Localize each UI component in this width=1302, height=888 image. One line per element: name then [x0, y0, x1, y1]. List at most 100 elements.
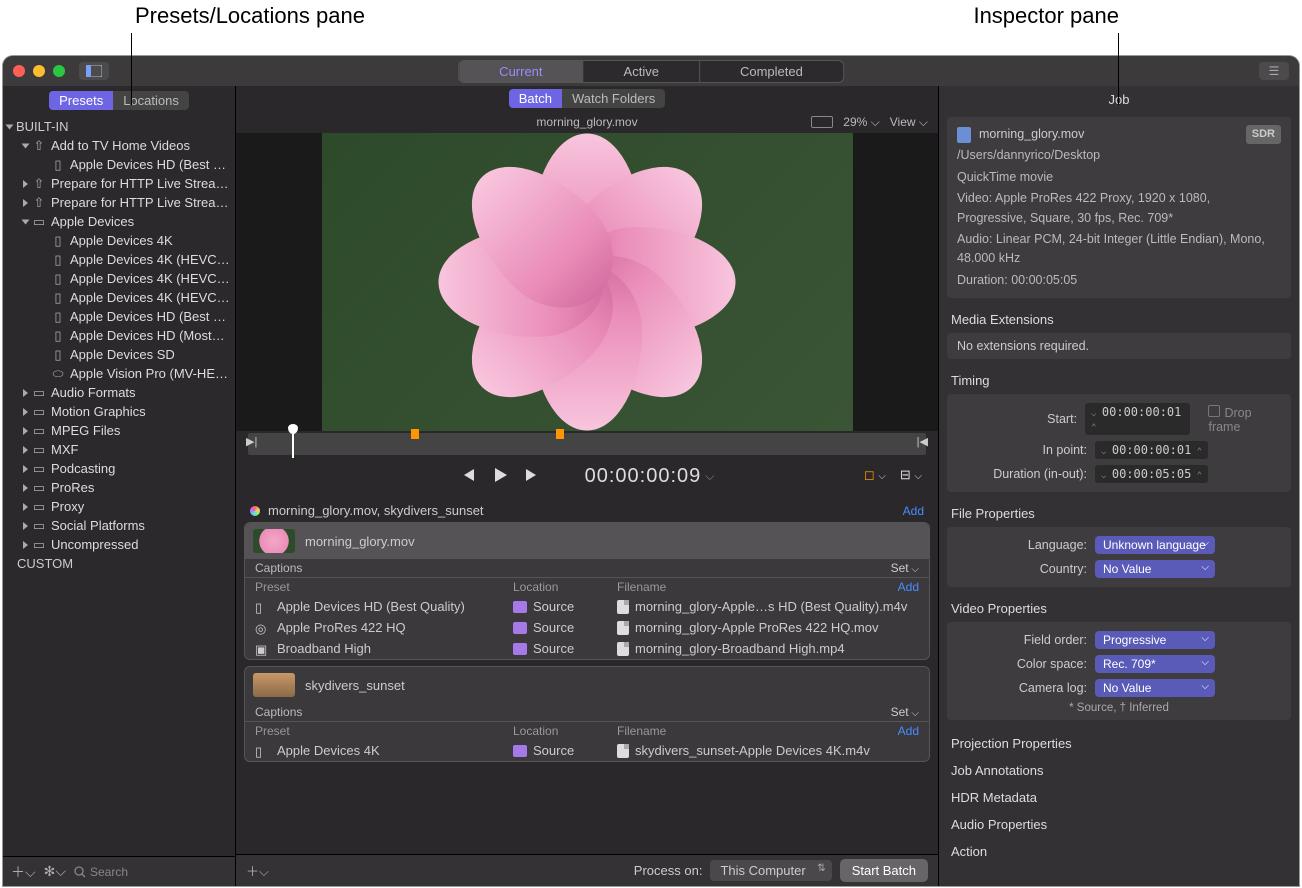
in-point-icon[interactable]: ▶|	[246, 435, 257, 448]
section-video-properties[interactable]: Video Properties	[939, 597, 1299, 620]
drop-frame-checkbox[interactable]	[1208, 405, 1220, 417]
toggle-inspector-button[interactable]: ☰	[1259, 62, 1289, 80]
preset-ad4k[interactable]: ▯Apple Devices 4K	[3, 231, 235, 250]
section-media-extensions[interactable]: Media Extensions	[939, 308, 1299, 331]
group-motion[interactable]: ▭Motion Graphics	[3, 402, 235, 421]
device-icon: ▯	[51, 310, 65, 324]
preview-header: morning_glory.mov 29% ⌵ View ⌵	[236, 111, 938, 133]
start-value[interactable]: 00:00:00:01	[1085, 403, 1190, 435]
marker-icon[interactable]	[556, 429, 564, 439]
tab-current[interactable]: Current	[459, 61, 583, 82]
tab-batch[interactable]: Batch	[509, 89, 562, 108]
caption-menu-button[interactable]: ⊟ ⌵	[900, 467, 922, 483]
group-podcasting[interactable]: ▭Podcasting	[3, 459, 235, 478]
section-file-properties[interactable]: File Properties	[939, 502, 1299, 525]
country-select[interactable]: No Value	[1095, 560, 1215, 578]
playhead[interactable]	[292, 430, 294, 458]
section-job-annotations[interactable]: Job Annotations	[939, 757, 1299, 784]
zoom-menu[interactable]: 29% ⌵	[843, 115, 879, 130]
section-projection[interactable]: Projection Properties	[939, 730, 1299, 757]
color-space-select[interactable]: Rec. 709*	[1095, 655, 1215, 673]
device-icon: ▯	[51, 329, 65, 343]
job-title-row[interactable]: morning_glory.mov	[245, 523, 929, 559]
marker-icon[interactable]	[411, 429, 419, 439]
group-audio[interactable]: ▭Audio Formats	[3, 383, 235, 402]
group-apple-devices[interactable]: ▭Apple Devices	[3, 212, 235, 231]
prev-button[interactable]	[459, 466, 477, 484]
output-row[interactable]: ▯Apple Devices HD (Best Quality) Source …	[245, 596, 929, 617]
preset-http1[interactable]: ⇧Prepare for HTTP Live Strea…	[3, 174, 235, 193]
group-mpeg[interactable]: ▭MPEG Files	[3, 421, 235, 440]
add-output-link[interactable]: Add	[898, 724, 919, 738]
play-button[interactable]	[491, 466, 509, 484]
job-title-row[interactable]: skydivers_sunset	[245, 667, 929, 703]
preset-adhdbest[interactable]: ▯Apple Devices HD (Best Q…	[3, 307, 235, 326]
add-output-link[interactable]: Add	[898, 580, 919, 594]
timeline-scrubber[interactable]: ▶| |◀	[248, 433, 926, 455]
preset-action-button[interactable]: ✻⌵	[44, 863, 66, 880]
tab-locations[interactable]: Locations	[113, 91, 189, 110]
preset-adhdmost[interactable]: ▯Apple Devices HD (Most…	[3, 326, 235, 345]
add-preset-button[interactable]: ＋⌵	[11, 862, 36, 882]
inspector-tab-job[interactable]: Job	[939, 86, 1299, 113]
preset-add-tv-hd[interactable]: ▯Apple Devices HD (Best Q…	[3, 155, 235, 174]
duration-value[interactable]: 00:00:05:05	[1095, 465, 1208, 483]
preset-add-tv[interactable]: ⇧Add to TV Home Videos	[3, 136, 235, 155]
group-prores[interactable]: ▭ProRes	[3, 478, 235, 497]
search-input[interactable]: Search	[74, 865, 227, 879]
job-name: skydivers_sunset	[305, 678, 405, 693]
field-order-select[interactable]: Progressive	[1095, 631, 1215, 649]
section-action[interactable]: Action	[939, 838, 1299, 865]
preset-ad4khevc1[interactable]: ▯Apple Devices 4K (HEVC…	[3, 250, 235, 269]
minimize-icon[interactable]	[33, 65, 45, 77]
col-filename: Filename	[617, 580, 898, 594]
tab-presets[interactable]: Presets	[49, 91, 113, 110]
job-card[interactable]: morning_glory.mov CaptionsSet Preset Loc…	[244, 522, 930, 660]
job-card[interactable]: skydivers_sunset CaptionsSet Preset Loca…	[244, 666, 930, 762]
group-uncomp[interactable]: ▭Uncompressed	[3, 535, 235, 554]
preview-viewport[interactable]	[236, 133, 938, 431]
group-proxy[interactable]: ▭Proxy	[3, 497, 235, 516]
compare-icon[interactable]	[811, 116, 833, 128]
tab-active[interactable]: Active	[584, 61, 700, 82]
timecode-display[interactable]: 00:00:00:09⌵	[585, 463, 716, 488]
sdr-badge: SDR	[1246, 125, 1281, 144]
group-custom[interactable]: CUSTOM	[3, 554, 235, 573]
section-hdr-metadata[interactable]: HDR Metadata	[939, 784, 1299, 811]
preset-ad4khevc2[interactable]: ▯Apple Devices 4K (HEVC…	[3, 269, 235, 288]
country-label: Country:	[957, 562, 1087, 576]
captions-set-menu[interactable]: Set	[891, 705, 919, 719]
marker-menu-button[interactable]: ◻ ⌵	[864, 467, 886, 483]
output-row[interactable]: ◎Apple ProRes 422 HQ Source morning_glor…	[245, 617, 929, 638]
add-batch-button[interactable]: ＋⌵	[246, 861, 269, 880]
close-icon[interactable]	[13, 65, 25, 77]
group-mxf[interactable]: ▭MXF	[3, 440, 235, 459]
captions-set-menu[interactable]: Set	[891, 561, 919, 575]
toggle-sidebar-button[interactable]	[79, 62, 109, 80]
preset-ad4khevc3[interactable]: ▯Apple Devices 4K (HEVC…	[3, 288, 235, 307]
tab-watch-folders[interactable]: Watch Folders	[562, 89, 665, 108]
preset-adsd[interactable]: ▯Apple Devices SD	[3, 345, 235, 364]
next-button[interactable]	[523, 466, 541, 484]
group-built-in[interactable]: BUILT-IN	[3, 117, 235, 136]
group-social[interactable]: ▭Social Platforms	[3, 516, 235, 535]
add-job-link[interactable]: Add	[903, 504, 924, 518]
output-row[interactable]: ▯Apple Devices 4K Source skydivers_sunse…	[245, 740, 929, 761]
start-batch-button[interactable]: Start Batch	[840, 859, 928, 882]
batch-title: morning_glory.mov, skydivers_sunset	[268, 503, 484, 518]
camera-log-select[interactable]: No Value	[1095, 679, 1215, 697]
preset-http2[interactable]: ⇧Prepare for HTTP Live Strea…	[3, 193, 235, 212]
section-audio-properties[interactable]: Audio Properties	[939, 811, 1299, 838]
tab-completed[interactable]: Completed	[700, 61, 843, 82]
zoom-icon[interactable]	[53, 65, 65, 77]
view-menu[interactable]: View ⌵	[890, 115, 928, 130]
out-point-icon[interactable]: |◀	[917, 435, 928, 448]
language-select[interactable]: Unknown language	[1095, 536, 1215, 554]
preset-avp[interactable]: ⬭Apple Vision Pro (MV-HE…	[3, 364, 235, 383]
presets-footer: ＋⌵ ✻⌵ Search	[3, 856, 235, 886]
process-on-select[interactable]: This Computer	[710, 860, 831, 881]
device-icon: ▯	[255, 600, 269, 614]
output-row[interactable]: ▣Broadband High Source morning_glory-Bro…	[245, 638, 929, 659]
section-timing[interactable]: Timing	[939, 369, 1299, 392]
inpoint-value[interactable]: 00:00:00:01	[1095, 441, 1208, 459]
